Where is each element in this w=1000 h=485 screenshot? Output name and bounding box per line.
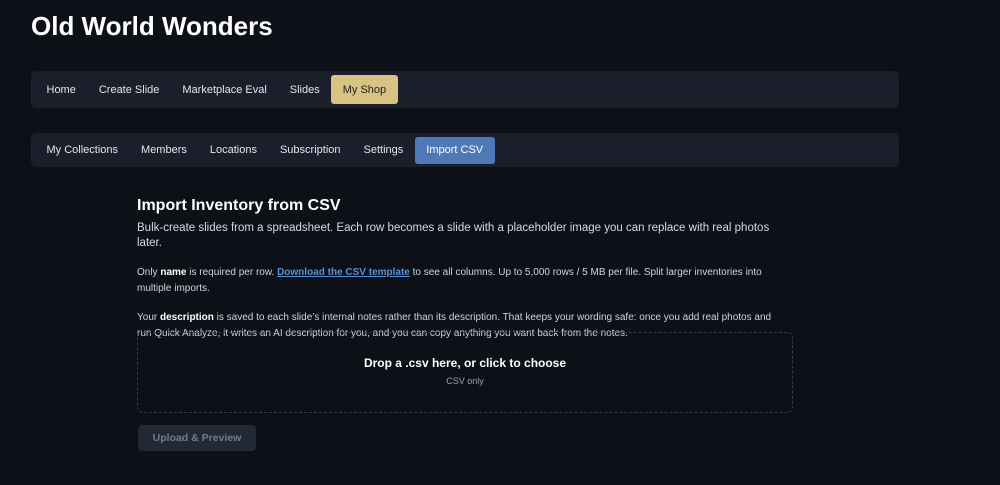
desc-prefix: Your xyxy=(137,312,160,323)
requirements-paragraph: Only name is required per row. Download … xyxy=(137,265,777,296)
desc-field-name: description xyxy=(159,312,214,323)
tab-import-csv[interactable]: Import CSV xyxy=(414,136,495,164)
nav-slides[interactable]: Slides xyxy=(278,75,331,104)
drop-zone-title: Drop a .csv here, or click to choose xyxy=(363,356,567,370)
main-nav: Home Create Slide Marketplace Eval Slide… xyxy=(31,71,899,108)
req-field-name: name xyxy=(160,267,187,278)
app-root: Old World Wonders Home Create Slide Mark… xyxy=(0,0,1000,485)
site-title: Old World Wonders xyxy=(31,11,273,41)
nav-create-slide[interactable]: Create Slide xyxy=(87,75,171,104)
import-section: Import Inventory from CSV Bulk-create sl… xyxy=(137,196,797,341)
tab-settings[interactable]: Settings xyxy=(352,137,415,164)
tab-subscription[interactable]: Subscription xyxy=(268,137,352,164)
shop-sub-nav: My Collections Members Locations Subscri… xyxy=(31,133,899,167)
tab-my-collections[interactable]: My Collections xyxy=(35,137,130,164)
upload-preview-button[interactable]: Upload & Preview xyxy=(138,425,256,451)
download-template-link[interactable]: Download the CSV template xyxy=(277,267,410,278)
page-title: Import Inventory from CSV xyxy=(137,197,341,214)
tab-locations[interactable]: Locations xyxy=(198,137,268,164)
nav-home[interactable]: Home xyxy=(35,75,87,104)
drop-zone-hint: CSV only xyxy=(446,376,484,386)
page-subtitle: Bulk-create slides from a spreadsheet. E… xyxy=(137,222,770,249)
nav-marketplace-eval[interactable]: Marketplace Eval xyxy=(171,75,278,104)
req-prefix: Only xyxy=(137,267,161,278)
nav-my-shop[interactable]: My Shop xyxy=(331,75,398,104)
tab-members[interactable]: Members xyxy=(130,137,199,164)
req-middle: is required per row. xyxy=(186,267,278,278)
csv-drop-zone[interactable]: Drop a .csv here, or click to choose CSV… xyxy=(137,332,793,413)
